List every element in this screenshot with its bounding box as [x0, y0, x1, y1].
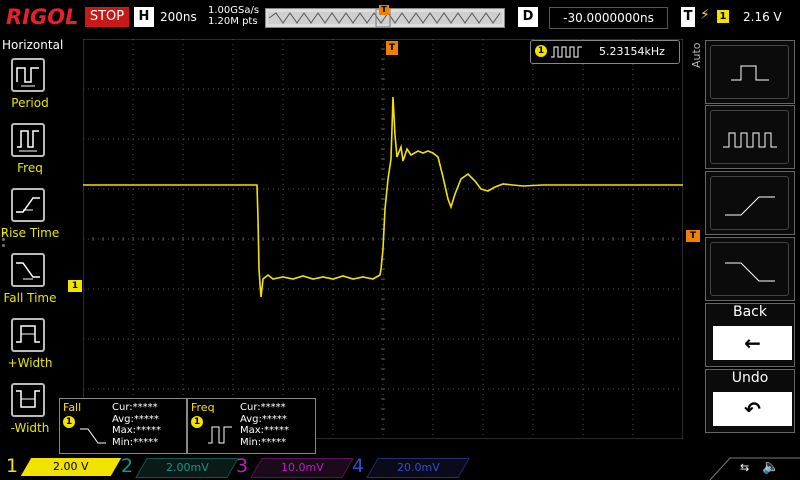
speaker-muted-icon[interactable]: 🔈	[762, 459, 779, 475]
negative-width-icon	[11, 383, 45, 417]
measure-period-button[interactable]: Period	[0, 56, 60, 120]
waveform-display[interactable]	[83, 39, 683, 439]
counter-value: 5.23154kHz	[599, 45, 665, 58]
run-stop-indicator[interactable]: STOP	[85, 7, 129, 27]
measure-positive-width-button[interactable]: +Width	[0, 316, 60, 380]
stat-cur: Cur:*****	[112, 402, 158, 413]
undo-button[interactable]: Undo ↶	[705, 369, 795, 433]
status-tray	[709, 457, 800, 480]
stat-max: Max:*****	[240, 425, 290, 436]
period-label: Period	[11, 96, 49, 110]
rising-edge-icon	[710, 176, 789, 230]
delay-value[interactable]: -30.0000000ns	[549, 7, 668, 29]
fall-time-label: Fall Time	[3, 291, 57, 305]
fall-time-icon	[80, 428, 106, 444]
measure-menu: Horizontal Period Freq Rise Time Fall Ti…	[0, 36, 64, 454]
channel-scale: 10.0mV	[250, 458, 354, 478]
channel-number: 2	[121, 455, 134, 477]
channel-scale: 2.00 V	[20, 458, 122, 476]
memory-position-bar[interactable]: T	[265, 5, 505, 28]
measure-freq-button[interactable]: Freq	[0, 121, 60, 185]
trigger-level-marker[interactable]: T	[686, 230, 700, 242]
trigger-source: 1	[717, 10, 729, 23]
measurement-name: Freq	[191, 401, 215, 414]
horizontal-label: H	[134, 7, 154, 27]
channel-2-status[interactable]: 2 2.00mV	[115, 454, 239, 480]
positive-width-label: +Width	[7, 356, 53, 370]
usb-icon: ⇆	[740, 461, 750, 474]
freq-label: Freq	[17, 161, 43, 175]
channel-number: 3	[236, 455, 249, 477]
stat-min: Min:*****	[112, 436, 159, 448]
channel-1-status[interactable]: 1 2.00 V	[0, 454, 122, 480]
rise-time-label: Rise Time	[0, 226, 60, 240]
square-wave-icon	[551, 46, 582, 58]
pulse-train-button[interactable]	[705, 105, 795, 169]
positive-width-icon	[11, 318, 45, 352]
measure-fall-time-button[interactable]: Fall Time	[0, 251, 60, 315]
stat-max: Max:*****	[112, 425, 162, 436]
freq-measurement-box[interactable]: Freq 1 Cur:***** Avg:***** Max:***** Min…	[187, 398, 316, 454]
sample-rate: 1.00GSa/s	[208, 5, 260, 16]
negative-width-label: -Width	[10, 421, 50, 435]
memory-trigger-marker: T	[379, 5, 389, 15]
measurement-stats: Cur:***** Avg:***** Max:***** Min:*****	[112, 402, 161, 448]
measurement-channel: 1	[191, 416, 203, 428]
channel-scale: 2.00mV	[135, 458, 239, 478]
trigger-label: T	[681, 7, 695, 27]
trigger-edge-icon: ⚡	[700, 7, 710, 23]
channel-4-status[interactable]: 4 20.0mV	[346, 454, 470, 480]
back-arrow-icon: ←	[713, 326, 792, 360]
mode-label: Auto	[690, 42, 703, 68]
stat-cur: Cur:*****	[240, 402, 286, 413]
pulse-train-icon	[710, 110, 789, 164]
channel-number: 4	[352, 455, 365, 477]
timebase-value[interactable]: 200ns	[160, 10, 197, 24]
rise-time-icon	[11, 188, 45, 222]
fall-time-icon	[11, 253, 45, 287]
stat-avg: Avg:*****	[112, 413, 159, 425]
trigger-level[interactable]: 2.16 V	[743, 10, 782, 24]
channel-number: 1	[6, 455, 19, 477]
channel-3-status[interactable]: 3 10.0mV	[230, 454, 354, 480]
single-pulse-button[interactable]	[705, 40, 795, 104]
brand-logo: RIGOL	[6, 5, 79, 29]
measure-negative-width-button[interactable]: -Width	[0, 381, 60, 445]
memory-depth: 1.20M pts	[208, 16, 258, 27]
undo-label: Undo	[731, 370, 769, 386]
back-button[interactable]: Back ←	[705, 303, 795, 367]
measure-rise-time-button[interactable]: Rise Time	[0, 186, 60, 250]
measurement-channel: 1	[63, 416, 75, 428]
falling-edge-button[interactable]	[705, 237, 795, 301]
top-status-bar: RIGOL STOP H 200ns 1.00GSa/s 1.20M pts T…	[0, 0, 800, 36]
back-label: Back	[733, 304, 767, 320]
frequency-icon	[11, 123, 45, 157]
channel-1-offset-marker[interactable]: 1	[68, 280, 82, 292]
frequency-counter: 1 5.23154kHz	[530, 40, 680, 64]
measure-menu-title: Horizontal	[2, 38, 64, 52]
period-icon	[11, 58, 45, 92]
single-pulse-icon	[710, 45, 789, 99]
frequency-icon	[208, 426, 232, 444]
acquisition-info: 1.00GSa/s 1.20M pts	[208, 5, 259, 27]
trigger-position-marker[interactable]: T	[386, 41, 398, 55]
rising-edge-button[interactable]	[705, 171, 795, 235]
measurement-stats: Cur:***** Avg:***** Max:***** Min:*****	[240, 402, 289, 448]
channel-scale: 20.0mV	[366, 458, 470, 478]
delay-label: D	[518, 7, 538, 27]
undo-arrow-icon: ↶	[713, 392, 792, 426]
measurement-name: Fall	[63, 401, 82, 414]
fall-measurement-box[interactable]: Fall 1 Cur:***** Avg:***** Max:***** Min…	[59, 398, 187, 454]
stat-min: Min:*****	[240, 436, 287, 448]
channel-status-bar: 1 2.00 V 2 2.00mV 3 10.0mV 4 20.0mV ⇆ 🔈	[0, 454, 800, 480]
counter-channel: 1	[535, 45, 547, 57]
falling-edge-icon	[710, 242, 789, 296]
stat-avg: Avg:*****	[240, 413, 287, 425]
